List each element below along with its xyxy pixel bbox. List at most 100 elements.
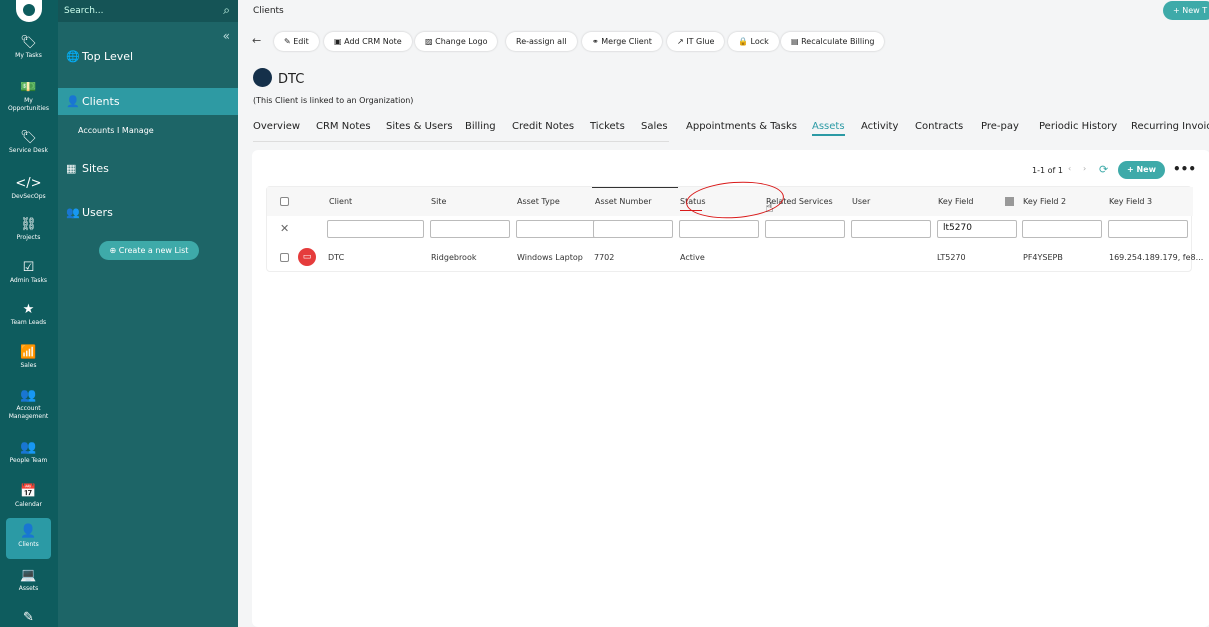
tab-sites-users[interactable]: Sites & Users [386, 121, 453, 132]
it-glue-button[interactable]: ↗ IT Glue [667, 32, 725, 51]
tab-assets[interactable]: Assets [812, 121, 845, 136]
filter-input-client[interactable] [327, 220, 424, 238]
filter-input-key-field-3[interactable] [1108, 220, 1188, 238]
icon-rail: 🏷 My Tasks 💵 My Opportunities 🏷 Service Desk <… [0, 0, 58, 627]
new-top-button[interactable]: + New T [1163, 1, 1209, 20]
filter-input-user[interactable] [851, 220, 931, 238]
rail-item-people-team[interactable]: 👥 People Team [6, 440, 51, 465]
rail-item-label: Sales [20, 362, 37, 369]
note-icon: ▣ [334, 37, 345, 46]
link-icon: ⚭ [592, 37, 602, 46]
column-header-client[interactable]: Client [329, 197, 352, 206]
tab-activity[interactable]: Activity [861, 121, 898, 132]
filter-input-status[interactable] [679, 220, 759, 238]
rail-item-assets[interactable]: 💻 Assets [6, 568, 51, 593]
column-filter-icon[interactable] [1005, 197, 1014, 206]
merge-client-button[interactable]: ⚭ Merge Client [582, 32, 662, 51]
column-header-user[interactable]: User [852, 197, 870, 206]
sidebar-item-clients[interactable]: 👤 Clients [58, 88, 238, 115]
filter-input-related-services[interactable] [765, 220, 845, 238]
edit-button[interactable]: ✎ Edit [274, 32, 319, 51]
tab-pre-pay[interactable]: Pre-pay [981, 121, 1019, 132]
recalculate-billing-button[interactable]: ▤ Recalculate Billing [781, 32, 885, 51]
calculator-icon: ▤ [791, 37, 802, 46]
filter-input-key-field-2[interactable] [1022, 220, 1102, 238]
back-arrow-icon[interactable]: ← [252, 34, 261, 47]
column-header-site[interactable]: Site [431, 197, 446, 206]
reassign-all-button[interactable]: Re-assign all [506, 32, 577, 51]
tab-billing[interactable]: Billing [465, 121, 496, 132]
rail-item-admin-tasks[interactable]: ☑ Admin Tasks [6, 260, 51, 285]
tab-sales[interactable]: Sales [641, 121, 668, 132]
tab-periodic-history[interactable]: Periodic History [1039, 121, 1117, 132]
clear-filters-icon[interactable]: ✕ [280, 222, 289, 235]
sidebar: Search... ⌕ « 🌐 Top Level 👤 Clients Accoun… [58, 0, 238, 627]
tab-crm-notes[interactable]: CRM Notes [316, 121, 371, 132]
select-all-checkbox[interactable] [280, 197, 289, 206]
column-header-key-field-2[interactable]: Key Field 2 [1023, 197, 1066, 206]
cell-status: Active [680, 253, 705, 262]
image-icon: ▨ [425, 37, 436, 46]
users-icon: 👥 [20, 388, 37, 403]
edit-icon: ✎ [23, 610, 34, 625]
new-asset-button[interactable]: + New [1118, 161, 1165, 179]
lock-button[interactable]: 🔒 Lock [728, 32, 779, 51]
cell-key3: 169.254.189.179, fe8... [1109, 253, 1204, 262]
main-area: Clients + New T ← ✎ Edit ▣ Add CRM Note … [238, 0, 1209, 627]
change-logo-button[interactable]: ▨ Change Logo [415, 32, 498, 51]
rail-item-projects[interactable]: ⛓ Projects [6, 217, 51, 242]
column-header-asset-number[interactable]: Asset Number [595, 197, 652, 206]
tab-underline [253, 141, 669, 142]
add-crm-note-button[interactable]: ▣ Add CRM Note [324, 32, 412, 51]
search-input[interactable]: Search... [64, 6, 104, 16]
sidebar-item-accounts-i-manage[interactable]: Accounts I Manage [78, 126, 154, 135]
create-list-button[interactable]: ⊕ Create a new List [99, 241, 199, 260]
client-logo [253, 68, 272, 87]
tab-contracts[interactable]: Contracts [915, 121, 963, 132]
search-box[interactable]: Search... ⌕ [58, 0, 238, 22]
sort-indicator [592, 187, 678, 188]
tab-credit-notes[interactable]: Credit Notes [512, 121, 574, 132]
collapse-icon[interactable]: « [223, 29, 230, 43]
rail-item-clients[interactable]: 👤 Clients [6, 518, 51, 559]
row-checkbox[interactable] [280, 253, 289, 262]
column-header-key-field[interactable]: Key Field [938, 197, 974, 206]
rail-item-calendar[interactable]: 📅 Calendar [6, 484, 51, 509]
cell-client: DTC [328, 253, 345, 262]
rail-item-edit[interactable]: ✎ [6, 610, 51, 627]
filter-input-key-field[interactable]: lt5270 [937, 220, 1017, 238]
rail-item-team-leads[interactable]: ★ Team Leads [6, 302, 51, 327]
sitemap-icon: ⛓ [20, 217, 37, 232]
money-icon: 💵 [20, 80, 37, 95]
breadcrumb[interactable]: Clients [253, 6, 284, 16]
refresh-icon[interactable]: ⟳ [1099, 163, 1108, 176]
rail-item-account-management[interactable]: 👥 Account Management [6, 388, 51, 420]
cell-key2: PF4YSEPB [1023, 253, 1063, 262]
more-options-icon[interactable]: ••• [1173, 162, 1196, 176]
rail-item-service-desk[interactable]: 🏷 Service Desk [6, 130, 51, 155]
sidebar-item-top-level[interactable]: 🌐 Top Level [58, 50, 238, 68]
sidebar-item-users[interactable]: 👥 Users [58, 206, 238, 219]
search-icon[interactable]: ⌕ [223, 3, 230, 18]
filter-input-site[interactable] [430, 220, 510, 238]
next-page-icon[interactable]: › [1083, 164, 1086, 173]
filter-input-asset-number[interactable] [593, 220, 673, 238]
tab-recurring-invoic[interactable]: Recurring Invoic [1131, 121, 1209, 132]
rail-item-my-tasks[interactable]: 🏷 My Tasks [6, 35, 51, 60]
prev-page-icon[interactable]: ‹ [1068, 164, 1071, 173]
column-header-asset-type[interactable]: Asset Type [517, 197, 560, 206]
assets-panel: 1-1 of 1 ‹ › ⟳ + New ••• Client Site Asset… [252, 150, 1209, 627]
rail-item-my-opportunities[interactable]: 💵 My Opportunities [6, 80, 51, 112]
sidebar-item-sites[interactable]: ▦ Sites [58, 162, 238, 175]
users-icon: 👥 [20, 440, 37, 455]
column-header-key-field-3[interactable]: Key Field 3 [1109, 197, 1152, 206]
rail-item-devsecops[interactable]: </> DevSecOps [6, 176, 51, 201]
app-logo[interactable] [16, 0, 42, 22]
tab-appointments-tasks[interactable]: Appointments & Tasks [686, 121, 797, 132]
rail-item-label: My Opportunities [8, 97, 49, 112]
tab-overview[interactable]: Overview [253, 121, 300, 132]
filter-input-asset-type[interactable] [516, 220, 596, 238]
tab-tickets[interactable]: Tickets [590, 121, 625, 132]
rail-item-sales[interactable]: 📶 Sales [6, 345, 51, 370]
rail-item-label: DevSecOps [11, 193, 46, 200]
